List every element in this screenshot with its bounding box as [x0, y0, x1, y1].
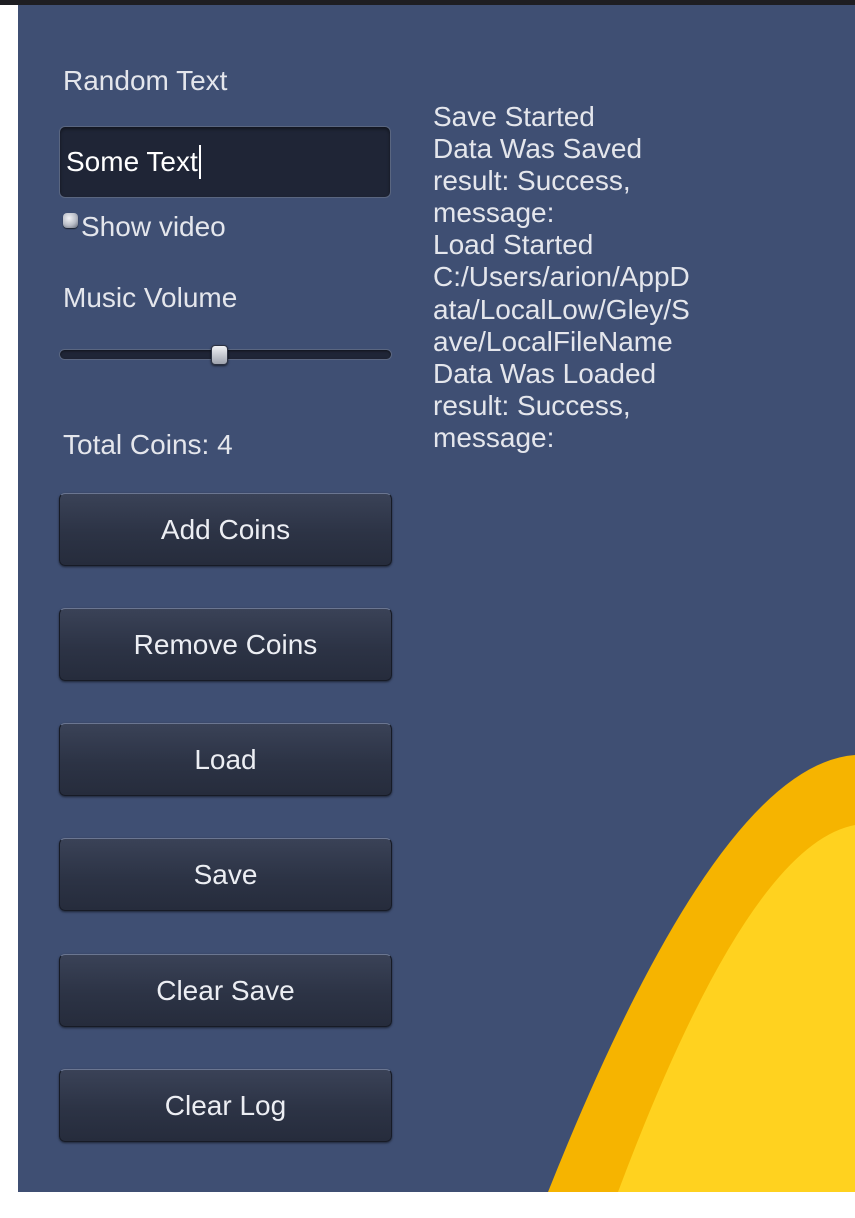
log-output: Save Started Data Was Saved result: Succ…: [433, 101, 763, 454]
clear-save-button[interactable]: Clear Save: [59, 954, 392, 1027]
load-button[interactable]: Load: [59, 723, 392, 796]
random-text-input[interactable]: Some Text: [59, 126, 391, 198]
text-caret: [198, 145, 201, 179]
sun-decoration-inner: [618, 825, 855, 1192]
toggle-checkbox-icon[interactable]: [63, 213, 78, 228]
show-video-label: Show video: [81, 211, 226, 242]
log-line: message:: [433, 421, 555, 453]
total-coins-text: Total Coins: 4: [63, 429, 233, 460]
sun-decoration-outer: [548, 755, 855, 1192]
add-coins-button[interactable]: Add Coins: [59, 493, 392, 566]
log-line: C:/Users/arion/AppD: [433, 261, 690, 293]
show-video-toggle[interactable]: Show video: [63, 210, 226, 244]
log-line: result: Success,: [433, 389, 631, 421]
log-line: result: Success,: [433, 165, 631, 197]
log-line: ave/LocalFileName: [433, 325, 673, 357]
random-text-label: Random Text: [63, 65, 228, 96]
log-line: Data Was Saved: [433, 133, 643, 165]
save-demo-panel: Random Text Some Text Show video Music V…: [18, 5, 855, 1192]
random-text-value: Some Text: [66, 146, 198, 177]
save-button[interactable]: Save: [59, 838, 392, 911]
app-window: Random Text Some Text Show video Music V…: [0, 0, 855, 1218]
music-volume-label: Music Volume: [63, 282, 238, 313]
clear-log-button[interactable]: Clear Log: [59, 1069, 392, 1142]
log-line: Save Started: [433, 101, 595, 132]
music-volume-slider-handle[interactable]: [211, 345, 228, 365]
remove-coins-button[interactable]: Remove Coins: [59, 608, 392, 681]
log-line: ata/LocalLow/Gley/S: [433, 293, 690, 325]
log-line: Data Was Loaded: [433, 357, 657, 389]
log-line: Load Started: [433, 229, 594, 261]
log-line: message:: [433, 197, 555, 229]
